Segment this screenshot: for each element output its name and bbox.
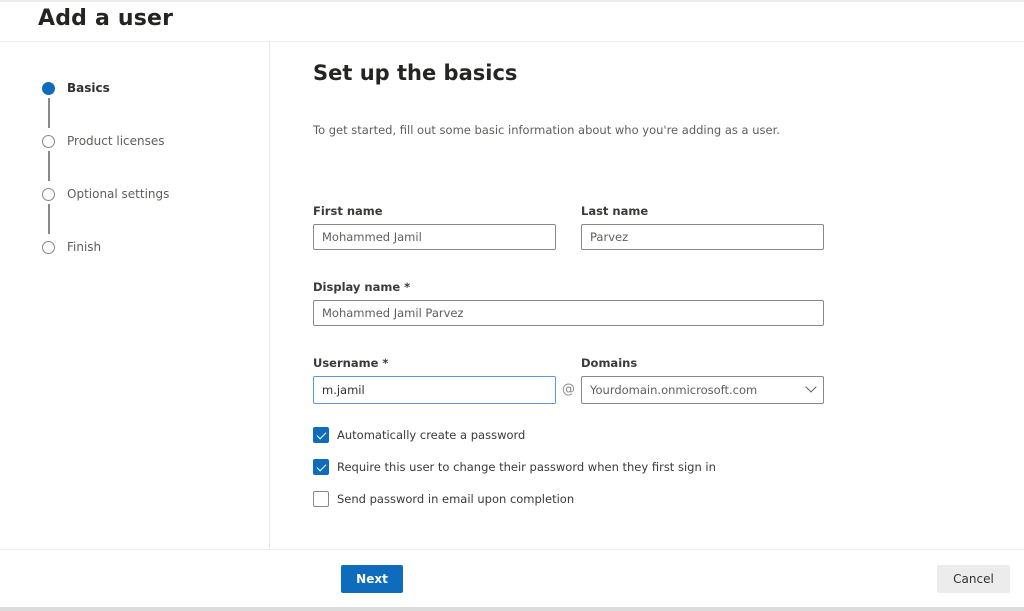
domains-selected-value: Yourdomain.onmicrosoft.com (590, 383, 758, 397)
step-connector (48, 98, 50, 128)
step-connector (48, 151, 50, 181)
display-name-label: Display name * (313, 280, 411, 294)
checkbox-label: Require this user to change their passwo… (337, 460, 716, 474)
domains-dropdown[interactable]: Yourdomain.onmicrosoft.com (581, 376, 824, 404)
step-product-licenses[interactable]: Product licenses (42, 134, 165, 148)
wizard-steps: Basics Product licenses Optional setting… (0, 42, 270, 549)
bottom-border (0, 607, 1024, 611)
at-symbol: @ (562, 382, 575, 397)
page-header: Add a user (0, 2, 1024, 42)
step-label: Finish (67, 240, 102, 254)
step-pending-icon (42, 187, 55, 201)
domains-label: Domains (581, 356, 638, 370)
require-change-option[interactable]: Require this user to change their passwo… (313, 459, 716, 475)
footer: Next Cancel (0, 549, 1024, 608)
main-panel: Set up the basics To get started, fill o… (270, 42, 1024, 549)
page-title: Add a user (38, 6, 174, 31)
checkbox-label: Send password in email upon completion (337, 492, 575, 506)
step-finish[interactable]: Finish (42, 240, 101, 254)
first-name-input[interactable]: Mohammed Jamil (313, 224, 556, 250)
first-name-label: First name (313, 204, 383, 218)
step-label: Product licenses (67, 134, 165, 148)
send-email-option[interactable]: Send password in email upon completion (313, 491, 574, 507)
step-current-icon (42, 81, 55, 95)
chevron-down-icon (805, 381, 817, 393)
auto-password-checkbox[interactable] (313, 427, 329, 443)
intro-text: To get started, fill out some basic info… (313, 123, 780, 137)
last-name-label: Last name (581, 204, 649, 218)
username-input[interactable]: m.jamil (313, 376, 556, 404)
step-optional-settings[interactable]: Optional settings (42, 187, 169, 201)
require-change-checkbox[interactable] (313, 459, 329, 475)
step-label: Basics (67, 81, 110, 95)
cancel-button[interactable]: Cancel (937, 565, 1010, 593)
last-name-input[interactable]: Parvez (581, 224, 824, 250)
username-label: Username * (313, 356, 389, 370)
checkbox-label: Automatically create a password (337, 428, 526, 442)
next-button[interactable]: Next (341, 565, 403, 593)
section-title: Set up the basics (313, 61, 518, 85)
step-connector (48, 204, 50, 234)
display-name-input[interactable]: Mohammed Jamil Parvez (313, 300, 824, 326)
auto-password-option[interactable]: Automatically create a password (313, 427, 525, 443)
step-label: Optional settings (67, 187, 170, 201)
step-pending-icon (42, 240, 55, 254)
send-email-checkbox[interactable] (313, 491, 329, 507)
step-basics[interactable]: Basics (42, 81, 110, 95)
step-pending-icon (42, 134, 55, 148)
